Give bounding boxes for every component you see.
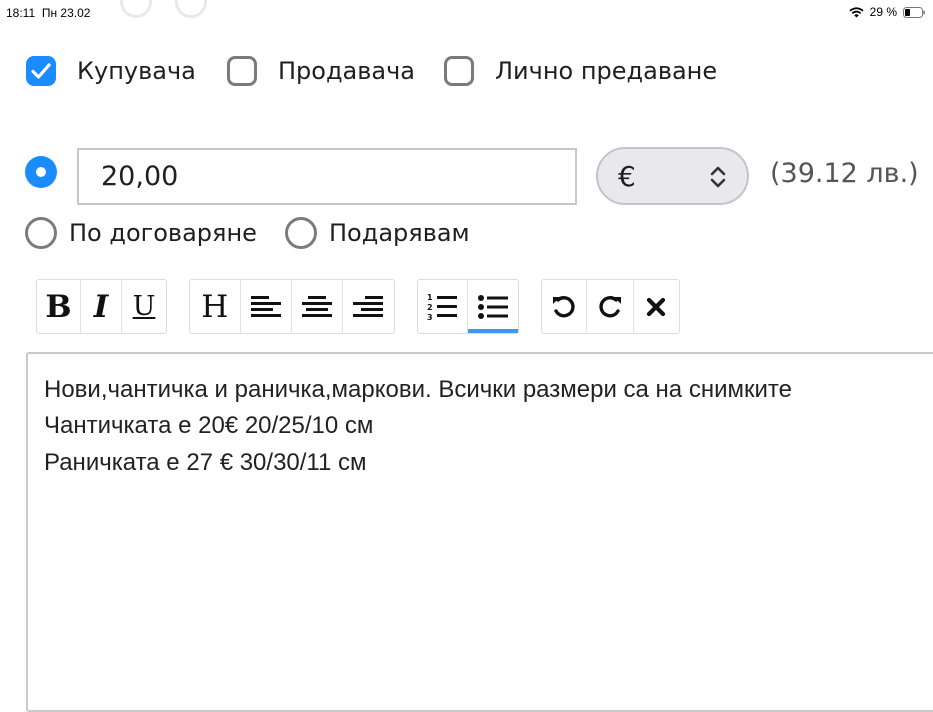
clear-format-button[interactable] bbox=[634, 280, 679, 333]
redo-icon bbox=[599, 295, 621, 317]
italic-button[interactable]: I bbox=[81, 280, 122, 333]
checkbox-seller[interactable] bbox=[227, 56, 257, 86]
bullet-list-icon bbox=[477, 294, 508, 319]
close-icon bbox=[647, 297, 666, 316]
checkbox-personal-handover[interactable] bbox=[444, 56, 474, 86]
bold-button[interactable]: B bbox=[37, 280, 81, 333]
checkbox-seller-label[interactable]: Продавача bbox=[278, 57, 415, 85]
toolbar-group-paragraph: H bbox=[189, 279, 395, 334]
battery-percent: 29 % bbox=[869, 5, 897, 19]
ordered-list-button[interactable]: 123 bbox=[418, 280, 468, 333]
align-left-icon bbox=[250, 295, 281, 317]
italic-icon: I bbox=[93, 288, 109, 325]
chevron-updown-icon bbox=[710, 166, 726, 188]
redo-button[interactable] bbox=[587, 280, 634, 333]
bold-icon: B bbox=[45, 288, 72, 325]
converted-price: (39.12 лв.) bbox=[770, 158, 919, 189]
editor-line: Раничката е 27 € 30/30/11 см bbox=[44, 449, 367, 476]
undo-button[interactable] bbox=[542, 280, 588, 333]
radio-negotiable[interactable] bbox=[25, 217, 57, 249]
checkbox-buyer-label[interactable]: Купувача bbox=[77, 57, 196, 85]
checkbox-personal-handover-label[interactable]: Лично предаване bbox=[495, 57, 717, 85]
underline-icon: U bbox=[132, 291, 156, 322]
svg-text:2: 2 bbox=[427, 303, 433, 312]
wifi-icon bbox=[849, 6, 864, 17]
align-right-icon bbox=[353, 295, 384, 317]
toolbar-group-lists: 123 bbox=[417, 279, 519, 334]
align-center-button[interactable] bbox=[292, 280, 343, 333]
heading-icon: H bbox=[201, 288, 229, 325]
status-right: 29 % bbox=[849, 5, 925, 19]
description-editor[interactable]: Нови,чантичка и раничка,маркови. Всички … bbox=[26, 352, 933, 712]
currency-value: € bbox=[618, 160, 636, 193]
ordered-list-icon: 123 bbox=[427, 293, 458, 322]
radio-negotiable-label[interactable]: По договаряне bbox=[69, 219, 257, 247]
status-time-value: 18:11 bbox=[6, 6, 36, 20]
undo-icon bbox=[553, 295, 575, 317]
status-date: Пн 23.02 bbox=[41, 6, 91, 20]
battery-icon bbox=[903, 6, 925, 18]
toolbar-group-format: B I U bbox=[36, 279, 167, 334]
radio-gift[interactable] bbox=[285, 217, 317, 249]
editor-line: Нови,чантичка и раничка,маркови. Всички … bbox=[44, 376, 792, 403]
bullet-list-button[interactable] bbox=[467, 280, 519, 333]
svg-text:1: 1 bbox=[427, 293, 433, 302]
toolbar-group-history bbox=[541, 279, 680, 334]
currency-select[interactable]: € bbox=[596, 147, 749, 205]
align-right-button[interactable] bbox=[343, 280, 394, 333]
checkmark-icon bbox=[31, 63, 51, 79]
heading-button[interactable]: H bbox=[190, 280, 241, 333]
editor-line: Чантичката е 20€ 20/25/10 см bbox=[44, 412, 374, 439]
price-input[interactable]: 20,00 bbox=[77, 148, 577, 205]
radio-fixed-price[interactable] bbox=[25, 156, 57, 188]
checkbox-buyer[interactable] bbox=[26, 56, 56, 86]
status-time: 18:11 Пн 23.02 bbox=[6, 6, 90, 20]
align-center-icon bbox=[301, 295, 332, 317]
scrolled-off-options bbox=[120, 0, 420, 18]
svg-text:3: 3 bbox=[427, 313, 433, 322]
underline-button[interactable]: U bbox=[122, 280, 166, 333]
align-left-button[interactable] bbox=[241, 280, 292, 333]
radio-gift-label[interactable]: Подарявам bbox=[329, 219, 470, 247]
